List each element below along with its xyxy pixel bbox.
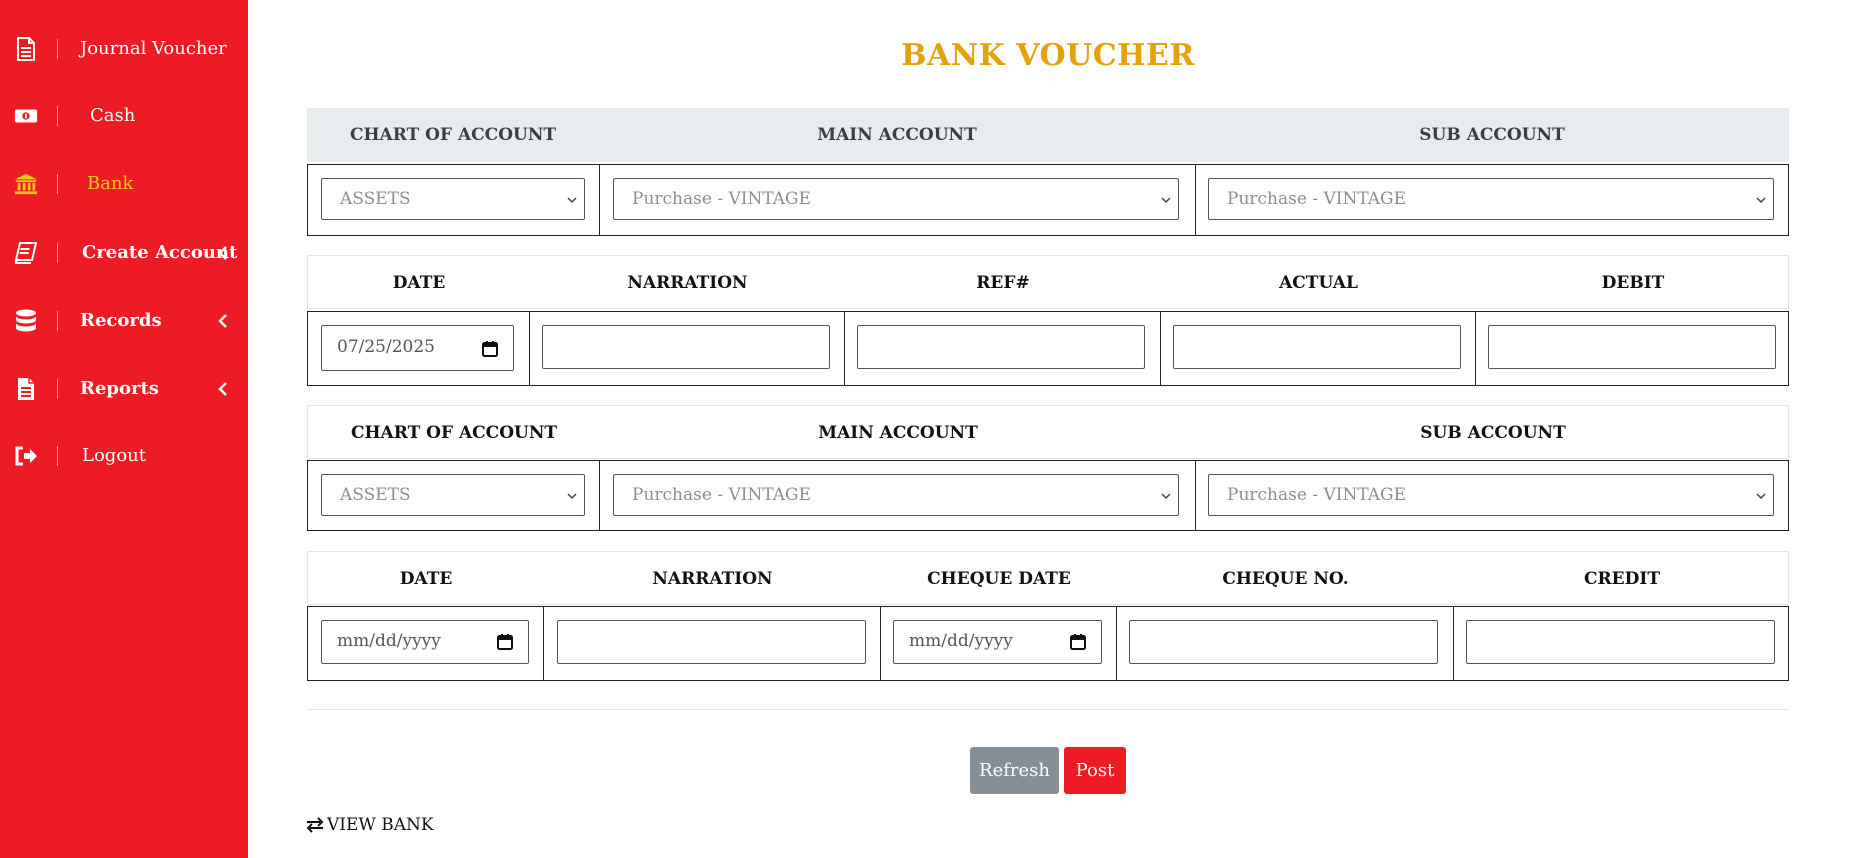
header-date: DATE — [392, 273, 446, 293]
sidebar-item-cash[interactable]: Cash — [0, 96, 248, 136]
header-ref: REF# — [976, 273, 1030, 293]
table-row: ASSETS Purchase - VINTAGE Purchase - VIN… — [307, 460, 1789, 531]
cheque-no-input[interactable] — [1129, 620, 1438, 664]
sidebar-item-records[interactable]: Records — [0, 301, 248, 341]
table-header: DATE NARRATION CHEQUE DATE CHEQUE NO. CR… — [307, 551, 1789, 605]
chevron-down-icon — [1756, 197, 1766, 204]
view-bank-link[interactable]: VIEW BANK — [306, 815, 434, 835]
chevron-down-icon — [1161, 493, 1171, 500]
header-main-account: MAIN ACCOUNT — [818, 423, 978, 443]
chart-of-account-select[interactable]: ASSETS — [321, 178, 585, 220]
sidebar-item-label: Logout — [82, 445, 146, 466]
calendar-icon — [497, 634, 513, 650]
book-icon — [14, 241, 38, 265]
chevron-down-icon — [1756, 493, 1766, 500]
header-date: DATE — [399, 569, 453, 589]
sidebar: Journal Voucher Cash Bank Create Account… — [0, 0, 248, 858]
table-header: CHART OF ACCOUNT MAIN ACCOUNT SUB ACCOUN… — [307, 405, 1789, 459]
actual-input[interactable] — [1173, 325, 1461, 369]
debit-accounts-section: CHART OF ACCOUNT MAIN ACCOUNT SUB ACCOUN… — [307, 108, 1789, 236]
header-chart-of-account: CHART OF ACCOUNT — [349, 125, 557, 145]
header-actual: ACTUAL — [1279, 273, 1358, 293]
header-sub-account: SUB ACCOUNT — [1419, 125, 1565, 145]
narration-input[interactable] — [557, 620, 866, 664]
date-input[interactable]: 07/25/2025 — [321, 325, 514, 371]
header-sub-account: SUB ACCOUNT — [1420, 423, 1566, 443]
credit-input[interactable] — [1466, 620, 1775, 664]
header-main-account: MAIN ACCOUNT — [817, 125, 977, 145]
header-cheque-date: CHEQUE DATE — [927, 569, 1071, 589]
header-cheque-no: CHEQUE NO. — [1222, 569, 1349, 589]
document-icon — [14, 37, 38, 61]
sidebar-item-create-account[interactable]: Create Account — [0, 233, 248, 273]
calendar-icon — [1070, 634, 1086, 650]
report-icon — [14, 377, 38, 401]
chart-of-account-select[interactable]: ASSETS — [321, 474, 585, 516]
sidebar-item-label: Records — [80, 310, 162, 331]
page-title: BANK VOUCHER — [901, 38, 1195, 73]
main-account-select[interactable]: Purchase - VINTAGE — [613, 178, 1179, 220]
sidebar-item-logout[interactable]: Logout — [0, 436, 248, 476]
cheque-date-input[interactable]: mm/dd/yyyy — [893, 620, 1102, 664]
sidebar-item-bank[interactable]: Bank — [0, 164, 248, 204]
exchange-icon — [306, 817, 324, 833]
main-account-select[interactable]: Purchase - VINTAGE — [613, 474, 1179, 516]
logout-icon — [14, 444, 38, 468]
date-input[interactable]: mm/dd/yyyy — [321, 620, 529, 664]
table-header: DATE NARRATION REF# ACTUAL DEBIT — [307, 255, 1789, 309]
chevron-down-icon — [567, 493, 577, 500]
refresh-button[interactable]: Refresh — [970, 747, 1059, 794]
sub-account-select[interactable]: Purchase - VINTAGE — [1208, 178, 1774, 220]
table-row: mm/dd/yyyy mm/dd/yyyy — [307, 606, 1789, 681]
money-icon — [14, 104, 38, 128]
calendar-icon — [482, 341, 498, 357]
sidebar-item-reports[interactable]: Reports — [0, 369, 248, 409]
header-narration: NARRATION — [652, 569, 773, 589]
credit-entry-section: DATE NARRATION CHEQUE DATE CHEQUE NO. CR… — [307, 551, 1789, 681]
database-icon — [14, 309, 38, 333]
chevron-down-icon — [1161, 197, 1171, 204]
sub-account-select[interactable]: Purchase - VINTAGE — [1208, 474, 1774, 516]
sidebar-item-label: Cash — [90, 105, 136, 126]
table-row: 07/25/2025 — [307, 311, 1789, 386]
bank-icon — [14, 172, 38, 196]
chevron-left-icon — [215, 313, 231, 329]
view-bank-label: VIEW BANK — [327, 815, 434, 835]
divider — [307, 709, 1789, 710]
header-debit: DEBIT — [1601, 273, 1665, 293]
sidebar-item-label: Journal Voucher — [80, 38, 227, 59]
chevron-left-icon — [215, 381, 231, 397]
header-narration: NARRATION — [627, 273, 748, 293]
post-button[interactable]: Post — [1064, 747, 1126, 794]
chevron-left-icon — [215, 245, 231, 261]
sidebar-item-label: Bank — [87, 173, 134, 194]
debit-input[interactable] — [1488, 325, 1776, 369]
table-row: ASSETS Purchase - VINTAGE Purchase - VIN… — [307, 164, 1789, 236]
debit-entry-section: DATE NARRATION REF# ACTUAL DEBIT 07/25/2… — [307, 255, 1789, 386]
table-header: CHART OF ACCOUNT MAIN ACCOUNT SUB ACCOUN… — [307, 108, 1789, 162]
header-credit: CREDIT — [1584, 569, 1660, 589]
sidebar-item-journal-voucher[interactable]: Journal Voucher — [0, 29, 248, 69]
narration-input[interactable] — [542, 325, 830, 369]
chevron-down-icon — [567, 197, 577, 204]
ref-input[interactable] — [857, 325, 1145, 369]
sidebar-item-label: Reports — [80, 378, 159, 399]
header-chart-of-account: CHART OF ACCOUNT — [350, 423, 558, 443]
credit-accounts-section: CHART OF ACCOUNT MAIN ACCOUNT SUB ACCOUN… — [307, 405, 1789, 531]
